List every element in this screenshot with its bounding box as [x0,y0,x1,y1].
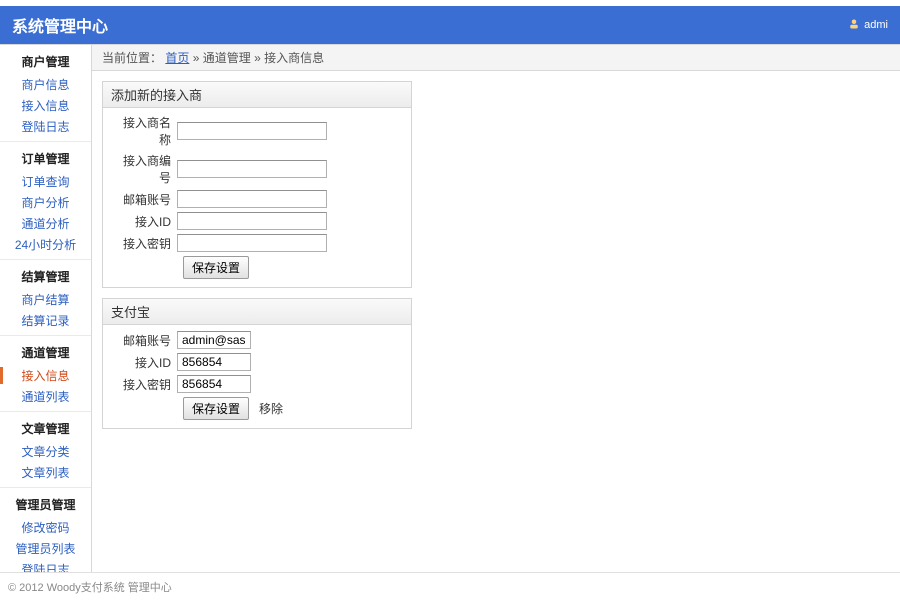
alipay-panel: 支付宝 邮箱账号 接入ID 接入密钥 保存设置 [102,298,412,429]
footer: © 2012 Woody支付系统 管理中心 [0,572,900,600]
input-merchant-name[interactable] [177,122,327,140]
app-title: 系统管理中心 [12,13,108,37]
topbar: 系统管理中心 admi [0,6,900,44]
nav-item[interactable]: 结算记录 [0,310,91,331]
nav-item[interactable]: 管理员列表 [0,538,91,559]
breadcrumb-prefix: 当前位置： [102,51,162,65]
current-user[interactable]: admi [848,18,888,33]
alipay-remove-link[interactable]: 移除 [259,400,283,417]
footer-text: © 2012 Woody支付系统 管理中心 [8,579,172,595]
nav-item[interactable]: 订单查询 [0,171,91,192]
label-merchant-code: 接入商编号 [113,152,177,186]
label-alipay-access-key: 接入密钥 [113,376,177,393]
nav-group: 文章管理文章分类文章列表 [0,412,91,488]
nav-group-title: 文章管理 [0,416,91,441]
nav-group: 订单管理订单查询商户分析通道分析24小时分析 [0,142,91,260]
user-icon [848,18,860,33]
add-panel-title: 添加新的接入商 [103,82,411,108]
input-alipay-access-key[interactable] [177,375,251,393]
label-email: 邮箱账号 [113,191,177,208]
nav-item[interactable]: 登陆日志 [0,559,91,572]
nav-item[interactable]: 登陆日志 [0,116,91,137]
nav-item[interactable]: 商户分析 [0,192,91,213]
breadcrumb-home[interactable]: 首页 [165,51,189,65]
input-email[interactable] [177,190,327,208]
nav-item[interactable]: 文章分类 [0,441,91,462]
breadcrumb: 当前位置： 首页 » 通道管理 » 接入商信息 [92,45,900,71]
label-access-id: 接入ID [113,213,177,230]
breadcrumb-sep: » [193,51,203,65]
label-merchant-name: 接入商名称 [113,114,177,148]
main: 当前位置： 首页 » 通道管理 » 接入商信息 添加新的接入商 接入商名称 接入… [92,45,900,572]
nav-item[interactable]: 接入信息 [0,365,91,386]
label-alipay-email: 邮箱账号 [113,332,177,349]
nav-group-title: 结算管理 [0,264,91,289]
nav-group-title: 管理员管理 [0,492,91,517]
user-label: admi [864,19,888,31]
save-button[interactable]: 保存设置 [183,256,249,279]
breadcrumb-level1: 通道管理 [203,51,251,65]
nav-group-title: 商户管理 [0,49,91,74]
nav-group-title: 订单管理 [0,146,91,171]
label-alipay-access-id: 接入ID [113,354,177,371]
nav-item[interactable]: 修改密码 [0,517,91,538]
alipay-panel-title: 支付宝 [103,299,411,325]
breadcrumb-level2: 接入商信息 [264,51,324,65]
nav-group: 管理员管理修改密码管理员列表登陆日志 [0,488,91,572]
nav-item[interactable]: 文章列表 [0,462,91,483]
breadcrumb-sep: » [254,51,264,65]
nav-item[interactable]: 24小时分析 [0,234,91,255]
input-alipay-email[interactable] [177,331,251,349]
add-merchant-panel: 添加新的接入商 接入商名称 接入商编号 邮箱账号 接入 [102,81,412,288]
alipay-save-button[interactable]: 保存设置 [183,397,249,420]
sidebar: 商户管理商户信息接入信息登陆日志订单管理订单查询商户分析通道分析24小时分析结算… [0,45,92,572]
nav-group: 通道管理接入信息通道列表 [0,336,91,412]
nav-item[interactable]: 接入信息 [0,95,91,116]
input-access-key[interactable] [177,234,327,252]
input-merchant-code[interactable] [177,160,327,178]
nav-group-title: 通道管理 [0,340,91,365]
nav-item[interactable]: 通道分析 [0,213,91,234]
input-alipay-access-id[interactable] [177,353,251,371]
label-access-key: 接入密钥 [113,235,177,252]
input-access-id[interactable] [177,212,327,230]
nav-group: 商户管理商户信息接入信息登陆日志 [0,45,91,142]
nav-item[interactable]: 商户结算 [0,289,91,310]
nav-group: 结算管理商户结算结算记录 [0,260,91,336]
nav-item[interactable]: 商户信息 [0,74,91,95]
nav-item[interactable]: 通道列表 [0,386,91,407]
